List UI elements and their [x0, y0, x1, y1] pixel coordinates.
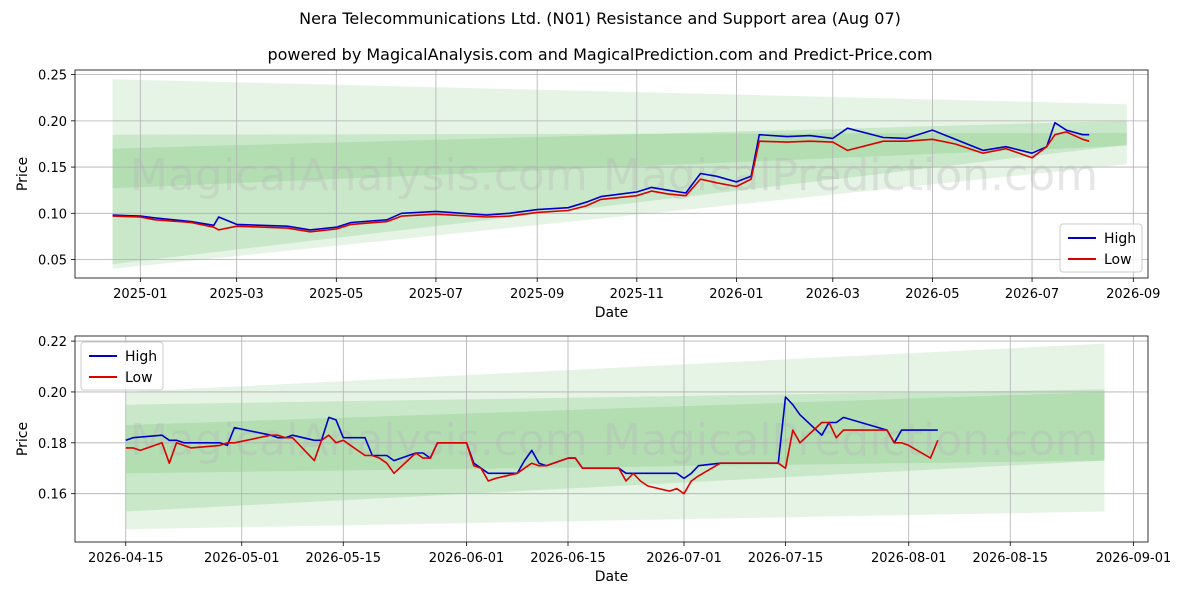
chart-1: MagicalAnalysis.com MagicalPrediction.com…: [15, 69, 1160, 321]
x-tick-label: 2026-05-15: [305, 551, 381, 566]
y-tick-label: 0.25: [38, 69, 67, 84]
y-tick-label: 0.05: [38, 254, 67, 269]
x-tick-label: 2025-11: [610, 287, 664, 302]
x-tick-label: 2026-05-01: [204, 551, 280, 566]
legend: High Low: [1059, 223, 1143, 273]
x-tick-label: 2025-03: [210, 287, 264, 302]
legend: High Low: [80, 341, 164, 391]
x-tick-label: 2026-09-01: [1096, 551, 1172, 566]
x-tick-label: 2026-07-01: [646, 551, 722, 566]
x-tick-label: 2026-08-01: [871, 551, 947, 566]
y-tick-label: 0.10: [38, 207, 67, 222]
y-tick-label: 0.15: [38, 161, 67, 176]
y-tick-label: 0.22: [38, 335, 67, 350]
x-tick-label: 2026-08-15: [972, 551, 1048, 566]
charts-canvas: MagicalAnalysis.com MagicalPrediction.com…: [15, 69, 1171, 585]
x-axis-label: Date: [595, 569, 628, 585]
y-axis-label: Price: [15, 157, 31, 191]
y-tick-label: 0.16: [38, 488, 67, 503]
x-tick-label: 2025-07: [409, 287, 463, 302]
x-tick-label: 2026-03: [806, 287, 860, 302]
watermark-left: MagicalAnalysis.com: [130, 415, 588, 466]
x-tick-label: 2026-09: [1106, 287, 1160, 302]
x-tick-label: 2025-05: [309, 287, 363, 302]
legend-label-low: Low: [125, 370, 153, 386]
y-axis-label: Price: [15, 422, 31, 456]
watermark-left: MagicalAnalysis.com: [130, 150, 588, 201]
x-tick-label: 2026-05: [905, 287, 959, 302]
y-tick-label: 0.18: [38, 437, 67, 452]
x-tick-label: 2026-06-15: [530, 551, 606, 566]
x-axis-label: Date: [595, 305, 628, 321]
legend-label-high: High: [125, 349, 157, 365]
x-tick-label: 2026-06-01: [429, 551, 505, 566]
legend-label-low: Low: [1104, 252, 1132, 268]
y-tick-label: 0.20: [38, 115, 67, 130]
x-tick-label: 2025-01: [113, 287, 167, 302]
x-tick-label: 2026-07: [1005, 287, 1059, 302]
x-tick-label: 2026-01: [709, 287, 763, 302]
legend-label-high: High: [1104, 231, 1136, 247]
watermark-right: MagicalPrediction.com: [603, 150, 1098, 201]
x-tick-label: 2025-09: [510, 287, 564, 302]
watermark-right: MagicalPrediction.com: [603, 415, 1098, 466]
x-tick-label: 2026-04-15: [88, 551, 164, 566]
y-tick-label: 0.20: [38, 386, 67, 401]
x-tick-label: 2026-07-15: [748, 551, 824, 566]
chart-2: MagicalAnalysis.com MagicalPrediction.com…: [15, 335, 1171, 585]
